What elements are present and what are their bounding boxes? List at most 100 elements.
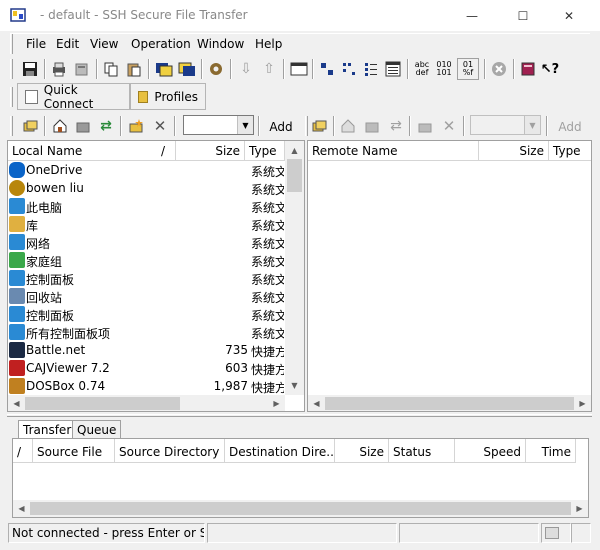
table-row[interactable]: 网络 系统文: [8, 233, 284, 251]
local-new-folder-button[interactable]: [19, 115, 41, 137]
remote-new-folder-button[interactable]: [308, 115, 330, 137]
local-type-header[interactable]: Type: [245, 141, 285, 161]
print-preview-button[interactable]: [71, 58, 93, 80]
upload-button[interactable]: ⇧: [258, 58, 280, 80]
remote-size-header[interactable]: Size: [479, 141, 549, 161]
remote-file-panel[interactable]: Remote Name Size Type ◀ ▶: [307, 140, 592, 412]
help-topics-button[interactable]: [517, 58, 539, 80]
transfer-source-directory-header[interactable]: Source Directory: [115, 439, 225, 463]
local-path-dropdown[interactable]: ▼: [183, 115, 254, 135]
table-row[interactable]: 回收站 系统文: [8, 287, 284, 305]
download-button[interactable]: ⇩: [235, 58, 257, 80]
table-row[interactable]: bowen liu 系统文: [8, 179, 284, 197]
menu-help[interactable]: Help: [255, 37, 282, 51]
menu-view[interactable]: View: [90, 37, 118, 51]
new-file-transfer-button[interactable]: [176, 58, 198, 80]
scroll-left-icon[interactable]: ◀: [13, 500, 30, 517]
print-button[interactable]: [48, 58, 70, 80]
scroll-left-icon[interactable]: ◀: [308, 395, 325, 411]
table-row[interactable]: 控制面板 系统文: [8, 269, 284, 287]
table-row[interactable]: 此电脑 系统文: [8, 197, 284, 215]
scroll-thumb[interactable]: [287, 159, 302, 192]
menu-edit[interactable]: Edit: [56, 37, 79, 51]
local-refresh-button[interactable]: ⇄: [95, 115, 117, 137]
toolbar-grip[interactable]: [10, 116, 13, 136]
scroll-up-icon[interactable]: ▲: [286, 142, 303, 159]
local-home-button[interactable]: [49, 115, 71, 137]
table-row[interactable]: 控制面板 系统文: [8, 305, 284, 323]
maximize-button[interactable]: ☐: [500, 0, 546, 31]
scroll-left-icon[interactable]: ◀: [8, 395, 25, 411]
remote-name-header[interactable]: Remote Name: [308, 141, 479, 161]
table-row[interactable]: OneDrive 系统文: [8, 161, 284, 179]
details-view-button[interactable]: [382, 58, 404, 80]
remote-refresh-button[interactable]: ⇄: [385, 115, 407, 137]
quick-connect-button[interactable]: Quick Connect: [17, 83, 130, 111]
tab-transfer[interactable]: Transfer: [18, 420, 77, 438]
remote-add-button[interactable]: Add: [553, 116, 587, 138]
resize-grip-icon[interactable]: [571, 523, 591, 543]
scroll-right-icon[interactable]: ▶: [268, 395, 285, 411]
table-row[interactable]: 所有控制面板项 系统文: [8, 323, 284, 341]
remote-create-folder-button[interactable]: [414, 115, 436, 137]
menu-operation[interactable]: Operation: [131, 37, 191, 51]
transfer-status-header[interactable]: Status: [389, 439, 455, 463]
scroll-right-icon[interactable]: ▶: [574, 395, 591, 411]
pane-splitter[interactable]: [7, 414, 592, 417]
table-row[interactable]: CAJViewer 7.2 603 快捷方: [8, 359, 284, 377]
local-vertical-scrollbar[interactable]: ▲ ▼: [285, 141, 304, 395]
paste-button[interactable]: [123, 58, 145, 80]
scroll-thumb[interactable]: [325, 397, 574, 410]
large-icons-button[interactable]: [316, 58, 338, 80]
profiles-button[interactable]: Profiles: [130, 83, 206, 110]
binary-mode-button[interactable]: 010 101: [433, 58, 455, 80]
local-create-folder-button[interactable]: [125, 115, 147, 137]
transfer-destination-directory-header[interactable]: Destination Dire...: [225, 439, 335, 463]
table-row[interactable]: DOSBox 0.74 1,987 快捷方: [8, 377, 284, 395]
remote-home-button[interactable]: [337, 115, 359, 137]
scroll-thumb[interactable]: [30, 502, 571, 515]
local-size-header[interactable]: Size: [176, 141, 245, 161]
local-horizontal-scrollbar[interactable]: ◀ ▶: [8, 395, 285, 411]
minimize-button[interactable]: —: [449, 0, 495, 31]
terminal-button[interactable]: [153, 58, 175, 80]
table-row[interactable]: Battle.net 735 快捷方: [8, 341, 284, 359]
save-button[interactable]: [19, 58, 41, 80]
scroll-down-icon[interactable]: ▼: [286, 377, 303, 394]
transfer-direction-header[interactable]: /: [13, 439, 33, 463]
local-add-button[interactable]: Add: [264, 116, 298, 138]
remote-delete-button[interactable]: ✕: [438, 115, 460, 137]
local-file-panel[interactable]: Local Name / Size Type OneDrive 系统文 bowen …: [7, 140, 305, 412]
local-parent-folder-button[interactable]: [72, 115, 94, 137]
transfer-panel[interactable]: / Source File Source Directory Destinati…: [12, 438, 589, 518]
small-icons-button[interactable]: [338, 58, 360, 80]
transfer-time-header[interactable]: Time: [526, 439, 576, 463]
settings-button[interactable]: [205, 58, 227, 80]
remote-parent-folder-button[interactable]: [361, 115, 383, 137]
table-row[interactable]: 家庭组 系统文: [8, 251, 284, 269]
local-delete-button[interactable]: ✕: [149, 115, 171, 137]
ascii-mode-button[interactable]: abc def: [411, 58, 433, 80]
tab-queue[interactable]: Queue: [72, 420, 122, 438]
stop-button[interactable]: [488, 58, 510, 80]
context-help-button[interactable]: ↖?: [539, 58, 561, 80]
transfer-size-header[interactable]: Size: [335, 439, 389, 463]
toolbar-grip[interactable]: [10, 87, 13, 107]
remote-type-header[interactable]: Type: [549, 141, 591, 161]
transfer-speed-header[interactable]: Speed: [455, 439, 526, 463]
toolbar-grip[interactable]: [10, 59, 13, 79]
view-toggle-button[interactable]: [288, 58, 310, 80]
remote-path-dropdown[interactable]: ▼: [470, 115, 541, 135]
menu-file[interactable]: File: [26, 37, 46, 51]
menu-window[interactable]: Window: [197, 37, 244, 51]
auto-mode-button[interactable]: 01 %f: [457, 58, 479, 80]
remote-horizontal-scrollbar[interactable]: ◀ ▶: [308, 395, 591, 411]
list-view-button[interactable]: [360, 58, 382, 80]
title-bar[interactable]: - default - SSH Secure File Transfer — ☐…: [0, 0, 600, 31]
transfer-horizontal-scrollbar[interactable]: ◀ ▶: [13, 500, 588, 517]
copy-button[interactable]: [100, 58, 122, 80]
close-button[interactable]: ✕: [546, 0, 592, 31]
transfer-source-file-header[interactable]: Source File: [33, 439, 115, 463]
local-name-header[interactable]: Local Name /: [8, 141, 176, 161]
scroll-right-icon[interactable]: ▶: [571, 500, 588, 517]
